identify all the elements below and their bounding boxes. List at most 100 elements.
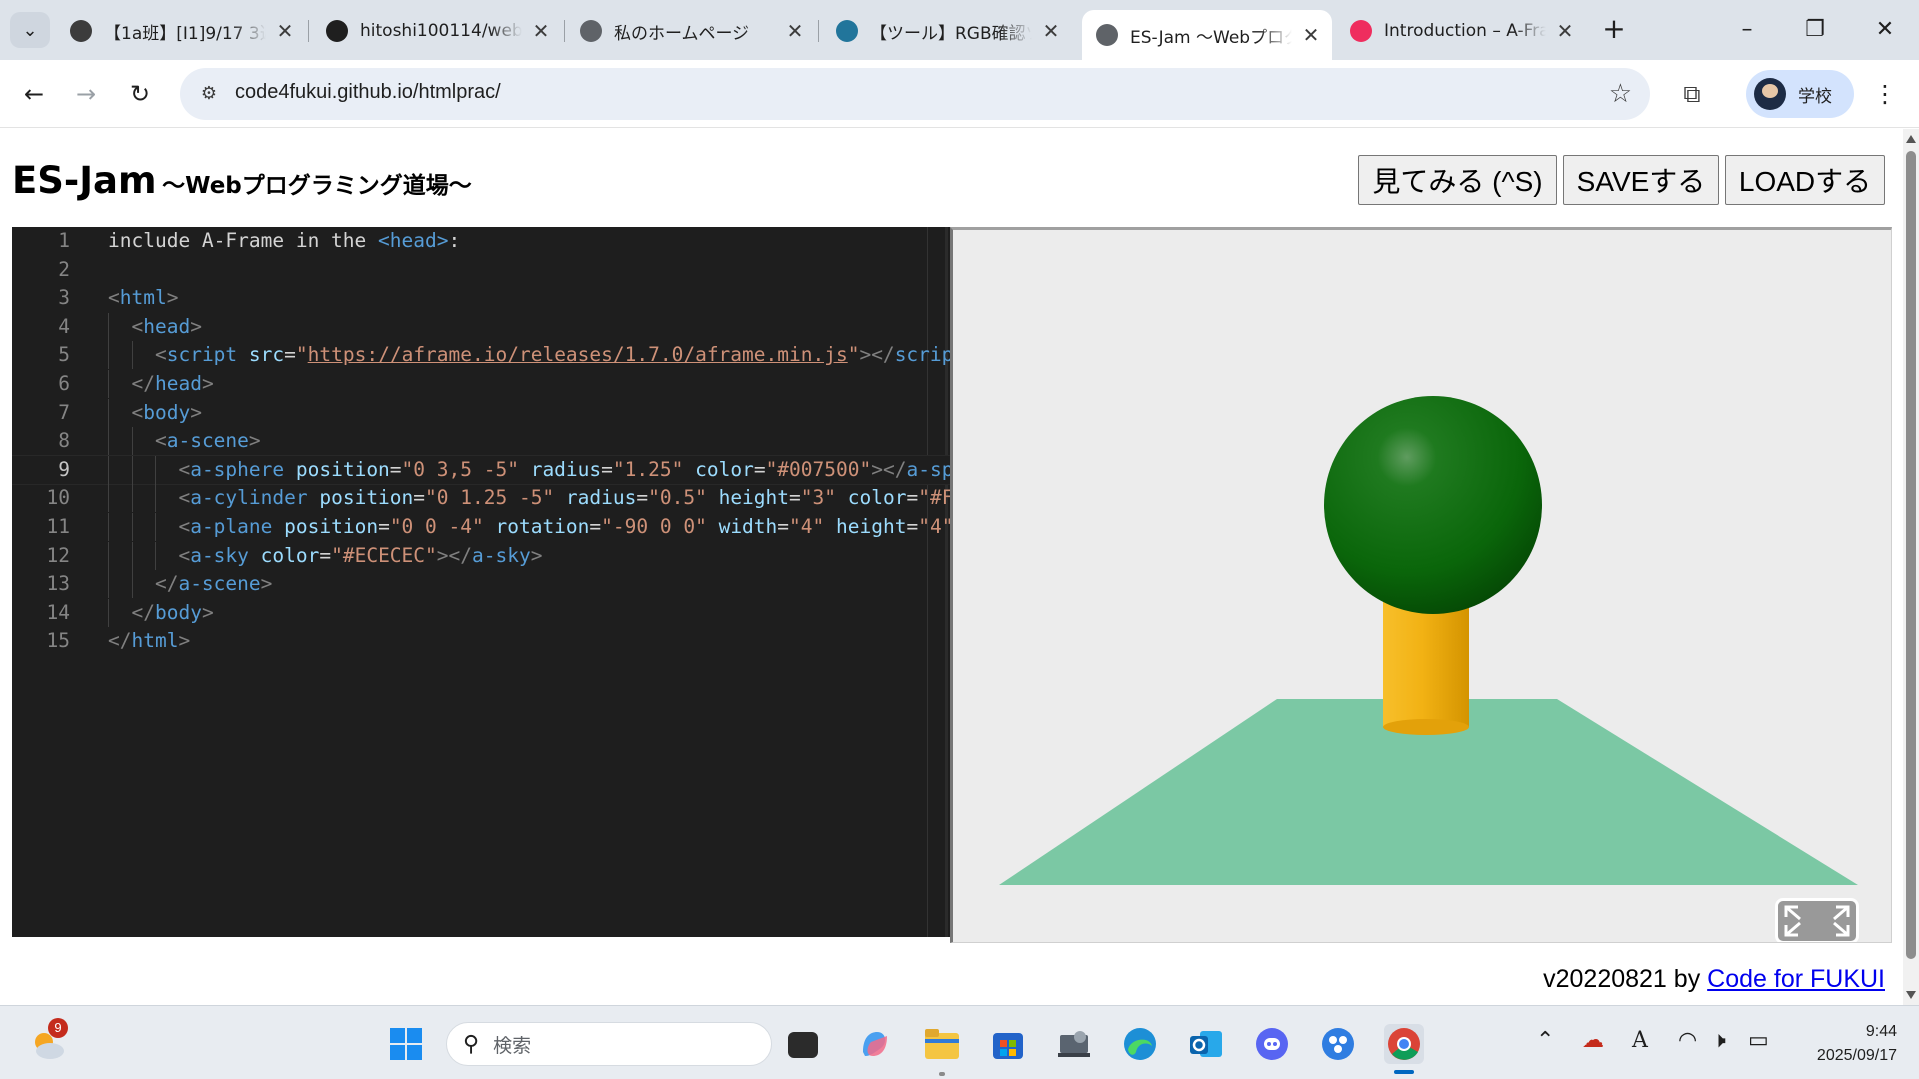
tray-chevron-icon[interactable]: ⌃ xyxy=(1536,1028,1554,1053)
code-line[interactable]: 10 <a-cylinder position="0 1.25 -5" radi… xyxy=(12,484,950,513)
page-title: ES-Jam ～Webプログラミング道場～ xyxy=(12,159,472,202)
code-line[interactable]: 3 <html> xyxy=(12,284,950,312)
close-tab-icon[interactable]: ✕ xyxy=(1040,19,1062,43)
code-line[interactable]: 1 include A-Frame in the <head>: xyxy=(12,227,950,255)
battery-icon[interactable]: ▭ xyxy=(1748,1028,1769,1053)
code-line[interactable]: 9 <a-sphere position="0 3,5 -5" radius="… xyxy=(12,454,950,485)
code-line[interactable]: 7 <body> xyxy=(12,398,950,427)
aframe-preview[interactable] xyxy=(950,227,1892,943)
file-explorer-icon[interactable] xyxy=(922,1024,962,1064)
code-token: "3" xyxy=(800,486,837,510)
onedrive-error-icon[interactable]: ☁ xyxy=(1582,1028,1604,1053)
extensions-icon[interactable]: ⧉ xyxy=(1672,74,1712,114)
back-button[interactable]: ← xyxy=(14,74,54,114)
line-number: 7 xyxy=(58,400,70,424)
code-token: < xyxy=(131,314,144,338)
code-token: radius xyxy=(565,486,637,510)
ime-indicator[interactable]: A xyxy=(1632,1028,1648,1053)
code-line[interactable]: 4 <head> xyxy=(12,312,950,341)
task-view-icon[interactable] xyxy=(788,1032,818,1058)
line-number: 14 xyxy=(46,600,70,624)
code-line[interactable]: 15 </html> xyxy=(12,627,950,655)
store-icon[interactable] xyxy=(988,1024,1028,1064)
github-icon xyxy=(326,20,348,42)
minimize-button[interactable]: – xyxy=(1722,10,1772,50)
scroll-up-icon[interactable] xyxy=(1906,135,1916,143)
code-editor[interactable]: 1 include A-Frame in the <head>: 2 3 <html> 4… xyxy=(12,227,950,937)
weather-widget[interactable]: 9 xyxy=(28,1018,68,1064)
code-token: > xyxy=(201,600,214,624)
profile-button[interactable]: 学校 xyxy=(1746,70,1854,118)
code-line[interactable]: 5 <script src="https://aframe.io/release… xyxy=(12,341,950,370)
code-token: "4" xyxy=(918,515,950,538)
code-token: : xyxy=(448,229,461,252)
app-icon[interactable] xyxy=(1318,1024,1358,1064)
scroll-thumb[interactable] xyxy=(1906,151,1916,959)
tab-6[interactable]: Introduction – A-Frame ✕ xyxy=(1336,10,1586,52)
tab-4[interactable]: 【ツール】RGB確認ツール ✕ xyxy=(822,10,1072,52)
tab-2[interactable]: hitoshi100114/web ✕ xyxy=(312,10,562,52)
bookmark-star-icon[interactable]: ☆ xyxy=(1609,79,1632,109)
copilot-icon[interactable] xyxy=(855,1024,895,1064)
preview-button[interactable]: 見てみる (^S) xyxy=(1358,155,1557,205)
edge-icon[interactable] xyxy=(1120,1024,1160,1064)
restore-button[interactable]: ❐ xyxy=(1790,10,1840,50)
code-token: > xyxy=(260,572,273,596)
close-tab-icon[interactable]: ✕ xyxy=(274,19,296,43)
chevron-down-icon: ⌄ xyxy=(22,19,38,41)
search-placeholder: 検索 xyxy=(493,1034,532,1057)
tab-1[interactable]: 【1a班】[I1]9/17 3週目 ✕ xyxy=(56,10,306,52)
forward-button[interactable]: → xyxy=(66,74,106,114)
code-token: rotation xyxy=(495,515,590,538)
chrome-icon[interactable] xyxy=(1384,1024,1424,1064)
address-bar[interactable]: ⚙ code4fukui.github.io/htmlprac/ ☆ xyxy=(180,68,1650,120)
code-token: "0 3,5 -5" xyxy=(401,457,519,481)
outlook-icon[interactable] xyxy=(1186,1024,1226,1064)
code-line[interactable]: 6 </head> xyxy=(12,370,950,398)
start-button[interactable] xyxy=(386,1024,426,1064)
close-tab-icon[interactable]: ✕ xyxy=(530,19,552,43)
code-line[interactable]: 13 </a-scene> xyxy=(12,570,950,599)
code-line[interactable]: 11 <a-plane position="0 0 -4" rotation="… xyxy=(12,513,950,541)
reload-button[interactable]: ↻ xyxy=(120,74,160,114)
scroll-down-icon[interactable] xyxy=(1906,991,1916,999)
clock[interactable]: 9:44 2025/09/17 xyxy=(1817,1020,1897,1068)
load-button[interactable]: LOADする xyxy=(1725,155,1885,205)
code-token: position xyxy=(319,486,414,510)
code-line[interactable]: 12 <a-sky color="#ECECEC"></a-sky> xyxy=(12,541,950,570)
code-token: "#FFC65D" xyxy=(918,486,950,510)
browser-menu-button[interactable]: ⋮ xyxy=(1870,74,1900,114)
footer-link[interactable]: Code for FUKUI xyxy=(1707,965,1885,993)
close-window-button[interactable]: ✕ xyxy=(1860,10,1910,50)
tab-search-button[interactable]: ⌄ xyxy=(10,12,50,48)
code-token: < xyxy=(178,486,191,510)
code-line[interactable]: 8 <a-scene> xyxy=(12,427,950,456)
code-text: <a-sphere position="0 3,5 -5" radius="1.… xyxy=(108,456,950,484)
snipping-tool-icon[interactable] xyxy=(1054,1024,1094,1064)
new-tab-button[interactable]: + xyxy=(1596,12,1632,48)
code-token: html xyxy=(131,629,179,653)
url-text[interactable]: code4fukui.github.io/htmlprac/ xyxy=(235,81,501,104)
code-line[interactable]: 14 </body> xyxy=(12,598,950,627)
tab-3[interactable]: 私のホームページ ✕ xyxy=(566,10,816,52)
taskbar-search[interactable]: ⚲ 検索 xyxy=(446,1022,772,1066)
wifi-icon[interactable]: ◠ xyxy=(1678,1028,1697,1053)
page-scrollbar[interactable] xyxy=(1903,129,1919,1005)
fullscreen-vr-button[interactable] xyxy=(1775,898,1859,942)
code-line[interactable]: 2 xyxy=(12,256,950,284)
save-button[interactable]: SAVEする xyxy=(1563,155,1719,205)
close-tab-icon[interactable]: ✕ xyxy=(784,19,806,43)
tab-5[interactable]: ES-Jam ～Webプログラミング道場～ ✕ xyxy=(1082,10,1332,60)
code-token: = xyxy=(636,486,649,510)
close-tab-icon[interactable]: ✕ xyxy=(1300,23,1322,47)
code-text: <a-cylinder position="0 1.25 -5" radius=… xyxy=(108,484,950,512)
site-info-icon[interactable]: ⚙ xyxy=(196,81,222,107)
volume-muted-icon[interactable]: 🕨 xyxy=(1712,1028,1726,1053)
sphere-treetop xyxy=(1324,396,1542,614)
close-tab-icon[interactable]: ✕ xyxy=(1554,19,1576,43)
discord-icon[interactable] xyxy=(1252,1024,1292,1064)
open-indicator xyxy=(939,1072,945,1076)
